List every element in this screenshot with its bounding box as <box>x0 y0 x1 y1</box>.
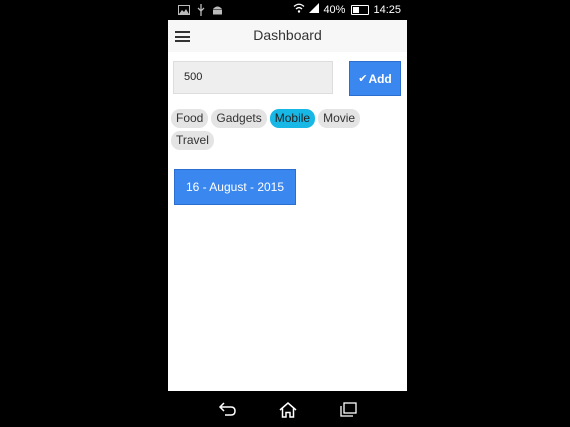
status-left <box>178 4 223 19</box>
app-content: Dashboard 500 ✔ Add Food Gadgets Mobile Mov… <box>168 20 407 391</box>
tag-movie[interactable]: Movie <box>318 109 361 128</box>
wifi-icon <box>293 3 305 16</box>
status-right: 40% 14:25 <box>293 3 401 16</box>
amount-input[interactable]: 500 <box>173 61 333 94</box>
tag-travel[interactable]: Travel <box>171 131 214 150</box>
back-icon[interactable] <box>218 401 238 419</box>
status-bar: 40% 14:25 <box>168 0 407 20</box>
battery-percent: 40% <box>323 3 346 16</box>
signal-icon <box>309 3 320 16</box>
android-icon <box>212 4 223 19</box>
check-icon: ✔ <box>358 73 368 85</box>
battery-icon <box>351 4 370 15</box>
image-icon <box>178 5 190 18</box>
tag-gadgets[interactable]: Gadgets <box>211 109 267 128</box>
tag-food[interactable]: Food <box>171 109 209 128</box>
navigation-bar <box>168 391 407 427</box>
tag-mobile[interactable]: Mobile <box>269 109 316 128</box>
recent-apps-icon[interactable] <box>338 401 358 419</box>
phone-screen: 40% 14:25 Dashboard 500 ✔ Add Food Gadget… <box>168 0 407 427</box>
date-button[interactable]: 16 - August - 2015 <box>174 169 296 205</box>
app-bar: Dashboard <box>168 20 407 52</box>
usb-icon <box>197 4 205 19</box>
home-icon[interactable] <box>278 401 298 419</box>
category-tags: Food Gadgets Mobile Movie Travel <box>171 109 405 150</box>
add-button-label: Add <box>368 71 392 86</box>
add-button[interactable]: ✔ Add <box>349 61 401 96</box>
clock: 14:25 <box>373 3 401 16</box>
page-title: Dashboard <box>253 27 322 43</box>
